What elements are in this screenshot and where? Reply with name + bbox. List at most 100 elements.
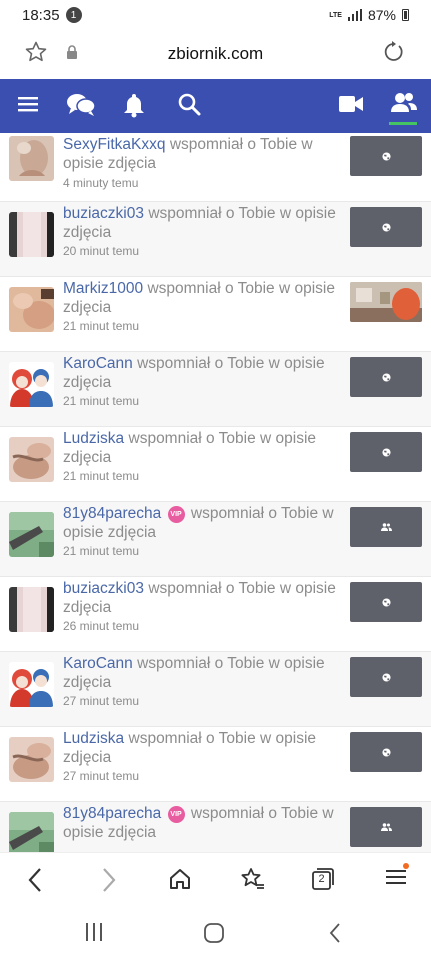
photo-thumbnail[interactable] [350,432,422,472]
bell-icon[interactable] [123,92,145,118]
notification-text: KaroCann wspomniał o Tobie w opisie zdję… [63,654,343,692]
username-link[interactable]: Ludziska [63,730,124,747]
friends-icon[interactable] [391,92,417,114]
photo-thumbnail[interactable] [350,507,422,547]
active-tab-indicator [389,122,417,125]
notification-time: 21 minut temu [63,394,140,408]
avatar[interactable] [9,136,54,181]
status-bar: 18:35 1 LTE 87% [0,0,431,30]
username-link[interactable]: buziaczki03 [63,205,144,222]
notification-time: 21 minut temu [63,469,140,483]
notification-time: 21 minut temu [63,319,140,333]
avatar[interactable] [9,512,54,557]
avatar[interactable] [9,287,54,332]
avatar[interactable] [9,737,54,782]
avatar[interactable] [9,362,54,407]
back-nav-icon[interactable] [328,923,342,943]
username-link[interactable]: KaroCann [63,655,133,672]
notification-time: 26 minut temu [63,619,140,633]
photo-thumbnail[interactable] [350,732,422,772]
globe-icon [381,672,391,682]
avatar[interactable] [9,437,54,482]
notification-list: SexyFitkaKxxq wspomniał o Tobie w opisie… [0,133,431,852]
vip-badge: VIP [167,806,185,823]
home-nav-icon[interactable] [204,923,224,943]
notification-text: Ludziska wspomniał o Tobie w opisie zdję… [63,429,343,467]
photo-image [350,282,422,322]
notification-row[interactable]: buziaczki03 wspomniał o Tobie w opisie z… [0,202,431,277]
vip-badge: VIP [167,506,185,523]
home-icon[interactable] [168,867,192,891]
photo-thumbnail[interactable] [350,582,422,622]
photo-thumbnail[interactable] [350,657,422,697]
friends-only-icon [380,823,392,831]
search-icon[interactable] [177,92,201,116]
tabs-button[interactable]: 2 [312,868,334,890]
notification-text: SexyFitkaKxxq wspomniał o Tobie w opisie… [63,135,343,173]
tabs-count: 2 [318,873,325,885]
menu-icon[interactable] [386,867,406,887]
notification-text: Markiz1000 wspomniał o Tobie w opisie zd… [63,279,343,317]
globe-icon [381,222,391,232]
notification-row[interactable]: Markiz1000 wspomniał o Tobie w opisie zd… [0,277,431,352]
browser-toolbar: 2 [0,852,431,907]
signal-icon [347,9,362,21]
recent-apps-icon[interactable] [85,923,103,941]
username-link[interactable]: 81y84parecha [63,805,161,822]
username-link[interactable]: buziaczki03 [63,580,144,597]
notification-text: 81y84parecha VIP wspomniał o Tobie w opi… [63,504,343,542]
status-right: LTE 87% [329,7,409,23]
video-icon[interactable] [339,95,363,113]
avatar[interactable] [9,812,54,852]
notification-row[interactable]: Ludziska wspomniał o Tobie w opisie zdję… [0,727,431,802]
notification-row[interactable]: 81y84parecha VIP wspomniał o Tobie w opi… [0,802,431,852]
photo-thumbnail[interactable] [350,282,422,322]
bookmarks-icon[interactable] [240,867,266,891]
avatar[interactable] [9,662,54,707]
notification-text: 81y84parecha VIP wspomniał o Tobie w opi… [63,804,343,842]
battery-icon [402,9,409,21]
notification-row[interactable]: buziaczki03 wspomniał o Tobie w opisie z… [0,577,431,652]
url-bar: zbiornik.com [0,30,431,78]
notification-row[interactable]: SexyFitkaKxxq wspomniał o Tobie w opisie… [0,133,431,202]
notification-row[interactable]: Ludziska wspomniał o Tobie w opisie zdję… [0,427,431,502]
photo-thumbnail[interactable] [350,136,422,176]
forward-icon[interactable] [100,867,118,893]
username-link[interactable]: 81y84parecha [63,505,161,522]
notification-text: Ludziska wspomniał o Tobie w opisie zdję… [63,729,343,767]
username-link[interactable]: Markiz1000 [63,280,143,297]
username-link[interactable]: KaroCann [63,355,133,372]
battery-percent: 87% [367,7,396,23]
photo-thumbnail[interactable] [350,357,422,397]
username-link[interactable]: Ludziska [63,430,124,447]
notification-time: 27 minut temu [63,769,140,783]
globe-icon [381,151,391,161]
chat-icon[interactable] [66,92,96,118]
notification-text: KaroCann wspomniał o Tobie w opisie zdję… [63,354,343,392]
photo-thumbnail[interactable] [350,207,422,247]
photo-thumbnail[interactable] [350,807,422,847]
notification-time: 27 minut temu [63,694,140,708]
globe-icon [381,372,391,382]
notification-count-badge: 1 [65,7,82,23]
notification-time: 21 minut temu [63,544,140,558]
username-link[interactable]: SexyFitkaKxxq [63,136,166,153]
friends-only-icon [380,523,392,531]
notification-text: buziaczki03 wspomniał o Tobie w opisie z… [63,204,343,242]
notification-row[interactable]: KaroCann wspomniał o Tobie w opisie zdję… [0,352,431,427]
globe-icon [381,447,391,457]
notification-row[interactable]: 81y84parecha VIP wspomniał o Tobie w opi… [0,502,431,577]
menu-notification-dot [403,863,409,869]
notification-time: 4 minuty temu [63,176,139,190]
avatar[interactable] [9,212,54,257]
screen: 18:35 1 LTE 87% zbiornik.com SexyFitkaKx… [0,0,431,960]
notification-row[interactable]: KaroCann wspomniał o Tobie w opisie zdję… [0,652,431,727]
url-domain[interactable]: zbiornik.com [0,44,431,64]
back-icon[interactable] [26,867,44,893]
reload-icon[interactable] [381,40,405,64]
network-type: LTE [329,11,342,19]
menu-icon[interactable] [16,92,40,116]
notification-time: 20 minut temu [63,244,140,258]
avatar[interactable] [9,587,54,632]
globe-icon [381,747,391,757]
